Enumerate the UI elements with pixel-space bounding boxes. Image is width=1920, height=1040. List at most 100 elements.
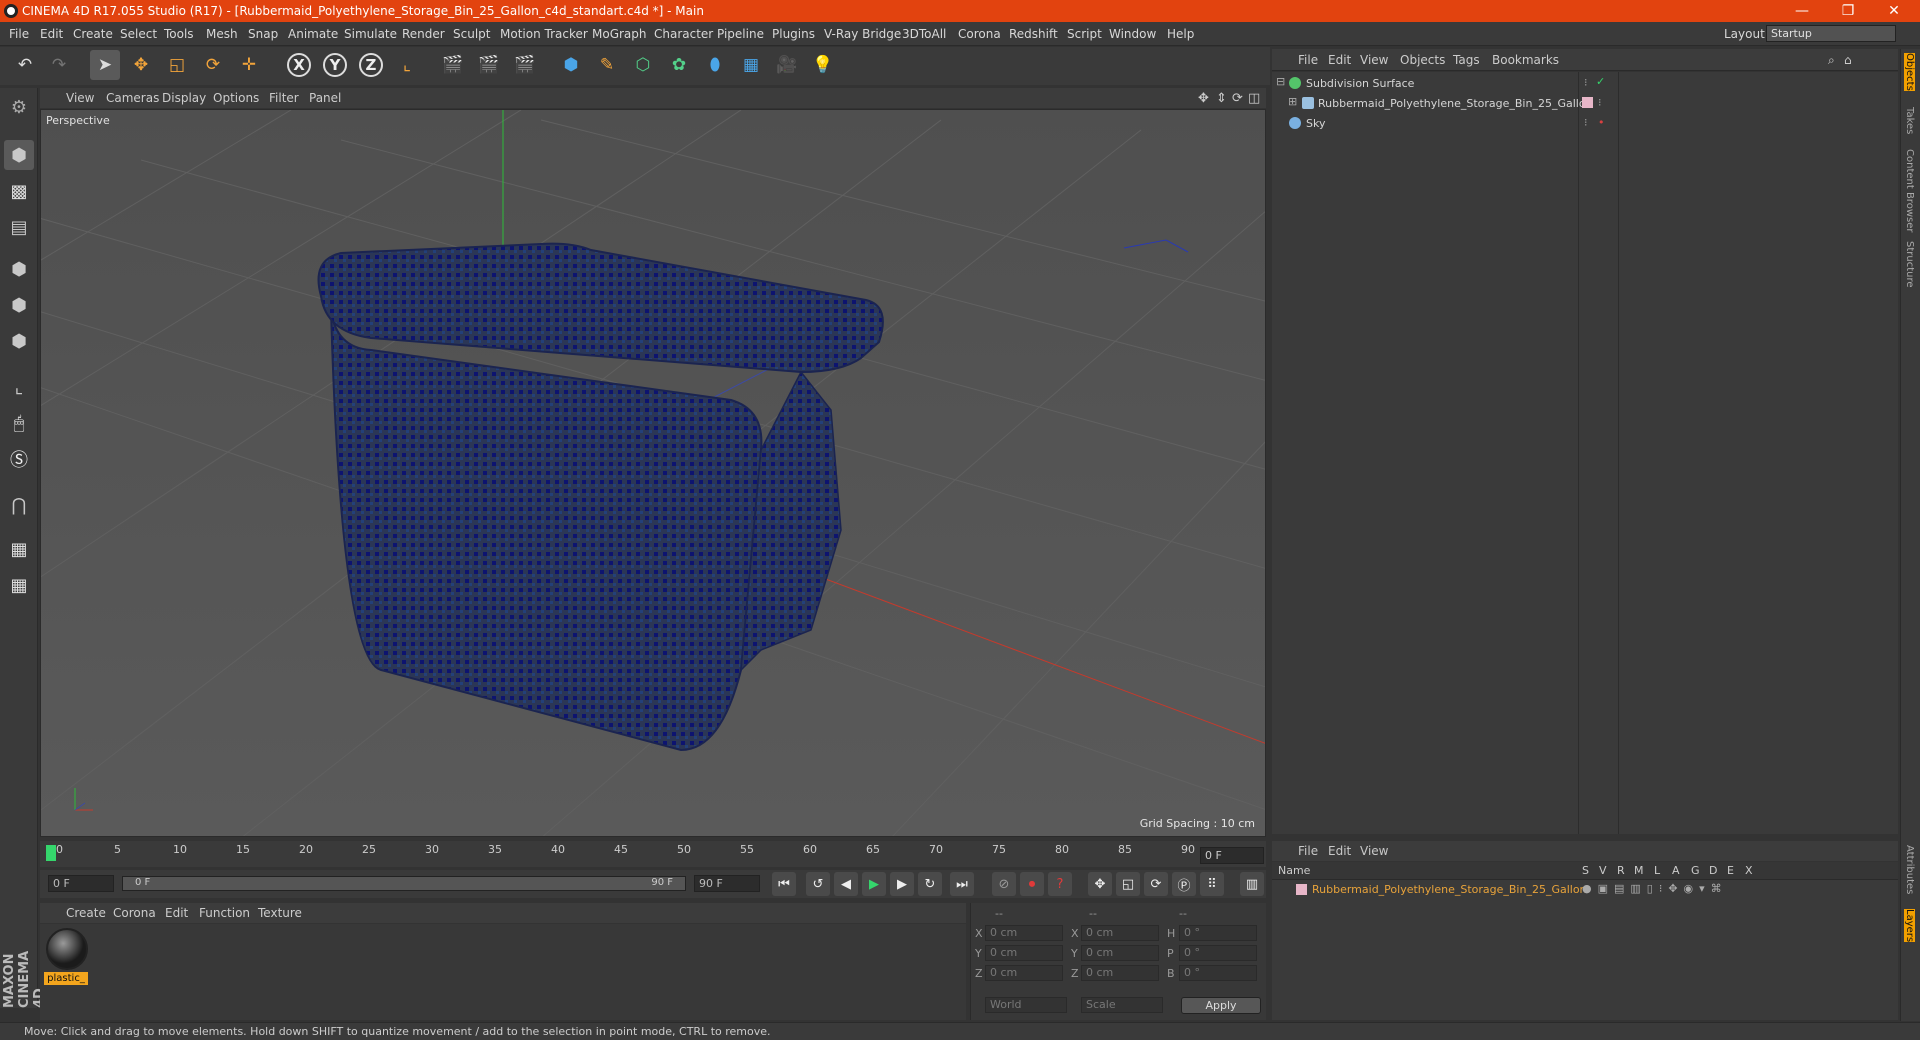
- menu-vray-bridge[interactable]: V-Ray Bridge: [824, 27, 901, 41]
- om-menu-objects[interactable]: Objects: [1400, 53, 1445, 67]
- layer-color-swatch[interactable]: [1296, 884, 1307, 895]
- tab-layers[interactable]: Layers: [1904, 909, 1915, 943]
- menu-tools[interactable]: Tools: [164, 27, 194, 41]
- menu-pipeline[interactable]: Pipeline: [717, 27, 764, 41]
- menu-3dtoall[interactable]: 3DToAll: [902, 27, 946, 41]
- polygons-mode-button[interactable]: ⬢: [4, 326, 34, 356]
- om-menu-file[interactable]: File: [1298, 53, 1318, 67]
- menu-sculpt[interactable]: Sculpt: [453, 27, 490, 41]
- menu-edit[interactable]: Edit: [40, 27, 63, 41]
- play-button[interactable]: ▶: [862, 872, 886, 896]
- edges-mode-button[interactable]: ⬢: [4, 290, 34, 320]
- go-to-end-button[interactable]: ⏭: [950, 872, 974, 896]
- viewport-menu-options[interactable]: Options: [213, 91, 259, 105]
- col-expressions[interactable]: E: [1727, 864, 1734, 877]
- render-settings-button[interactable]: 🎬: [510, 50, 540, 80]
- points-mode-button[interactable]: ⬢: [4, 254, 34, 284]
- select-tool-button[interactable]: ➤: [90, 50, 120, 80]
- cube-button[interactable]: ⬢: [556, 50, 586, 80]
- coord-size-x-field[interactable]: 0 cm: [1081, 925, 1159, 941]
- playhead-marker[interactable]: [46, 845, 56, 861]
- move-tool-button[interactable]: ✥: [126, 50, 156, 80]
- coord-size-z-field[interactable]: 0 cm: [1081, 965, 1159, 981]
- subdivision-button[interactable]: ⬡: [628, 50, 658, 80]
- viewport-menu-filter[interactable]: Filter: [269, 91, 299, 105]
- material-menu-create[interactable]: Create: [66, 906, 106, 920]
- live-selection-button[interactable]: ✛: [234, 50, 264, 80]
- material-menu-function[interactable]: Function: [199, 906, 250, 920]
- menu-create[interactable]: Create: [73, 27, 113, 41]
- coord-size-y-field[interactable]: 0 cm: [1081, 945, 1159, 961]
- coord-rot-p-field[interactable]: 0 °: [1179, 945, 1257, 961]
- visibility-toggle-icon[interactable]: ⁝: [1584, 76, 1588, 89]
- layer-row[interactable]: Rubbermaid_Polyethylene_Storage_Bin_25_G…: [1272, 880, 1898, 899]
- visibility-toggle-icon[interactable]: ⁝: [1598, 96, 1602, 109]
- layout-select[interactable]: Startup: [1766, 25, 1896, 42]
- object-row-sky[interactable]: Sky ⁝ •: [1272, 114, 1898, 133]
- menu-animate[interactable]: Animate: [288, 27, 338, 41]
- coord-size-mode-select[interactable]: Scale: [1081, 997, 1163, 1013]
- menu-render[interactable]: Render: [402, 27, 445, 41]
- tab-attributes[interactable]: Attributes: [1904, 845, 1915, 894]
- menu-corona[interactable]: Corona: [958, 27, 1001, 41]
- rotate-tool-button[interactable]: ⟳: [198, 50, 228, 80]
- maximize-button[interactable]: ❐: [1828, 1, 1868, 21]
- camera-button[interactable]: 🎥: [772, 50, 802, 80]
- expand-toggle-icon[interactable]: ⊞: [1288, 95, 1297, 108]
- pen-spline-button[interactable]: ✎: [592, 50, 622, 80]
- key-point-level-button[interactable]: ⠿: [1200, 872, 1224, 896]
- col-animation[interactable]: A: [1672, 864, 1680, 877]
- menu-redshift[interactable]: Redshift: [1009, 27, 1058, 41]
- material-menu-texture[interactable]: Texture: [258, 906, 302, 920]
- step-forward-button[interactable]: ▶: [890, 872, 914, 896]
- col-name[interactable]: Name: [1278, 864, 1310, 877]
- next-key-button[interactable]: ↻: [918, 872, 942, 896]
- col-deformers[interactable]: D: [1709, 864, 1717, 877]
- collapse-toggle-icon[interactable]: ⊟: [1276, 75, 1285, 88]
- col-view[interactable]: V: [1599, 864, 1607, 877]
- tab-objects[interactable]: Objects: [1904, 53, 1915, 91]
- axis-mode-button[interactable]: ⌞: [4, 372, 34, 402]
- lm-menu-view[interactable]: View: [1360, 844, 1388, 858]
- om-home-icon[interactable]: ⌂: [1844, 53, 1852, 67]
- menu-mesh[interactable]: Mesh: [206, 27, 238, 41]
- perspective-viewport[interactable]: Perspective Grid Spacing: 10 cm: [40, 109, 1266, 837]
- current-frame-field[interactable]: 0 F: [1200, 847, 1264, 864]
- key-parameter-button[interactable]: Ⓟ: [1172, 872, 1196, 896]
- menu-script[interactable]: Script: [1067, 27, 1102, 41]
- texture-mode-button[interactable]: ▩: [4, 176, 34, 206]
- tweak-mode-button[interactable]: 🖱: [4, 408, 34, 438]
- coord-rot-b-field[interactable]: 0 °: [1179, 965, 1257, 981]
- col-locked[interactable]: L: [1654, 864, 1660, 877]
- viewport-move-icon[interactable]: ✥: [1198, 91, 1209, 106]
- material-menu-edit[interactable]: Edit: [165, 906, 188, 920]
- coord-pos-y-field[interactable]: 0 cm: [985, 945, 1063, 961]
- undo-button[interactable]: ↶: [10, 50, 40, 80]
- material-swatch[interactable]: plastic_: [42, 926, 92, 988]
- layer-flag-icons[interactable]: ●▣▤▥▯⁝✥◉▾⌘: [1582, 882, 1728, 895]
- tab-structure[interactable]: Structure: [1904, 241, 1915, 288]
- coord-space-select[interactable]: World: [985, 997, 1067, 1013]
- om-menu-edit[interactable]: Edit: [1328, 53, 1351, 67]
- viewport-zoom-icon[interactable]: ⇕: [1216, 91, 1227, 106]
- col-manager[interactable]: M: [1634, 864, 1644, 877]
- om-search-icon[interactable]: ⌕: [1828, 53, 1835, 68]
- timeline-window-button[interactable]: ▥: [1240, 872, 1264, 896]
- coord-pos-x-field[interactable]: 0 cm: [985, 925, 1063, 941]
- tab-takes[interactable]: Takes: [1904, 107, 1915, 134]
- redo-button[interactable]: ↷: [44, 50, 74, 80]
- cloner-button[interactable]: ✿: [664, 50, 694, 80]
- viewport-menu-view[interactable]: View: [66, 91, 94, 105]
- menu-help[interactable]: Help: [1167, 27, 1194, 41]
- y-axis-lock-button[interactable]: Y: [320, 50, 350, 80]
- render-view-button[interactable]: 🎬: [438, 50, 468, 80]
- menu-snap[interactable]: Snap: [248, 27, 278, 41]
- viewport-menu-panel[interactable]: Panel: [309, 91, 341, 105]
- step-back-button[interactable]: ◀: [834, 872, 858, 896]
- disabled-dot-icon[interactable]: •: [1598, 116, 1605, 129]
- menu-select[interactable]: Select: [120, 27, 157, 41]
- snapping-button[interactable]: ⋂: [4, 490, 34, 520]
- workplane-lock-button[interactable]: ▦: [4, 534, 34, 564]
- apply-button[interactable]: Apply: [1181, 997, 1261, 1014]
- model-mode-button[interactable]: ⬢: [4, 140, 34, 170]
